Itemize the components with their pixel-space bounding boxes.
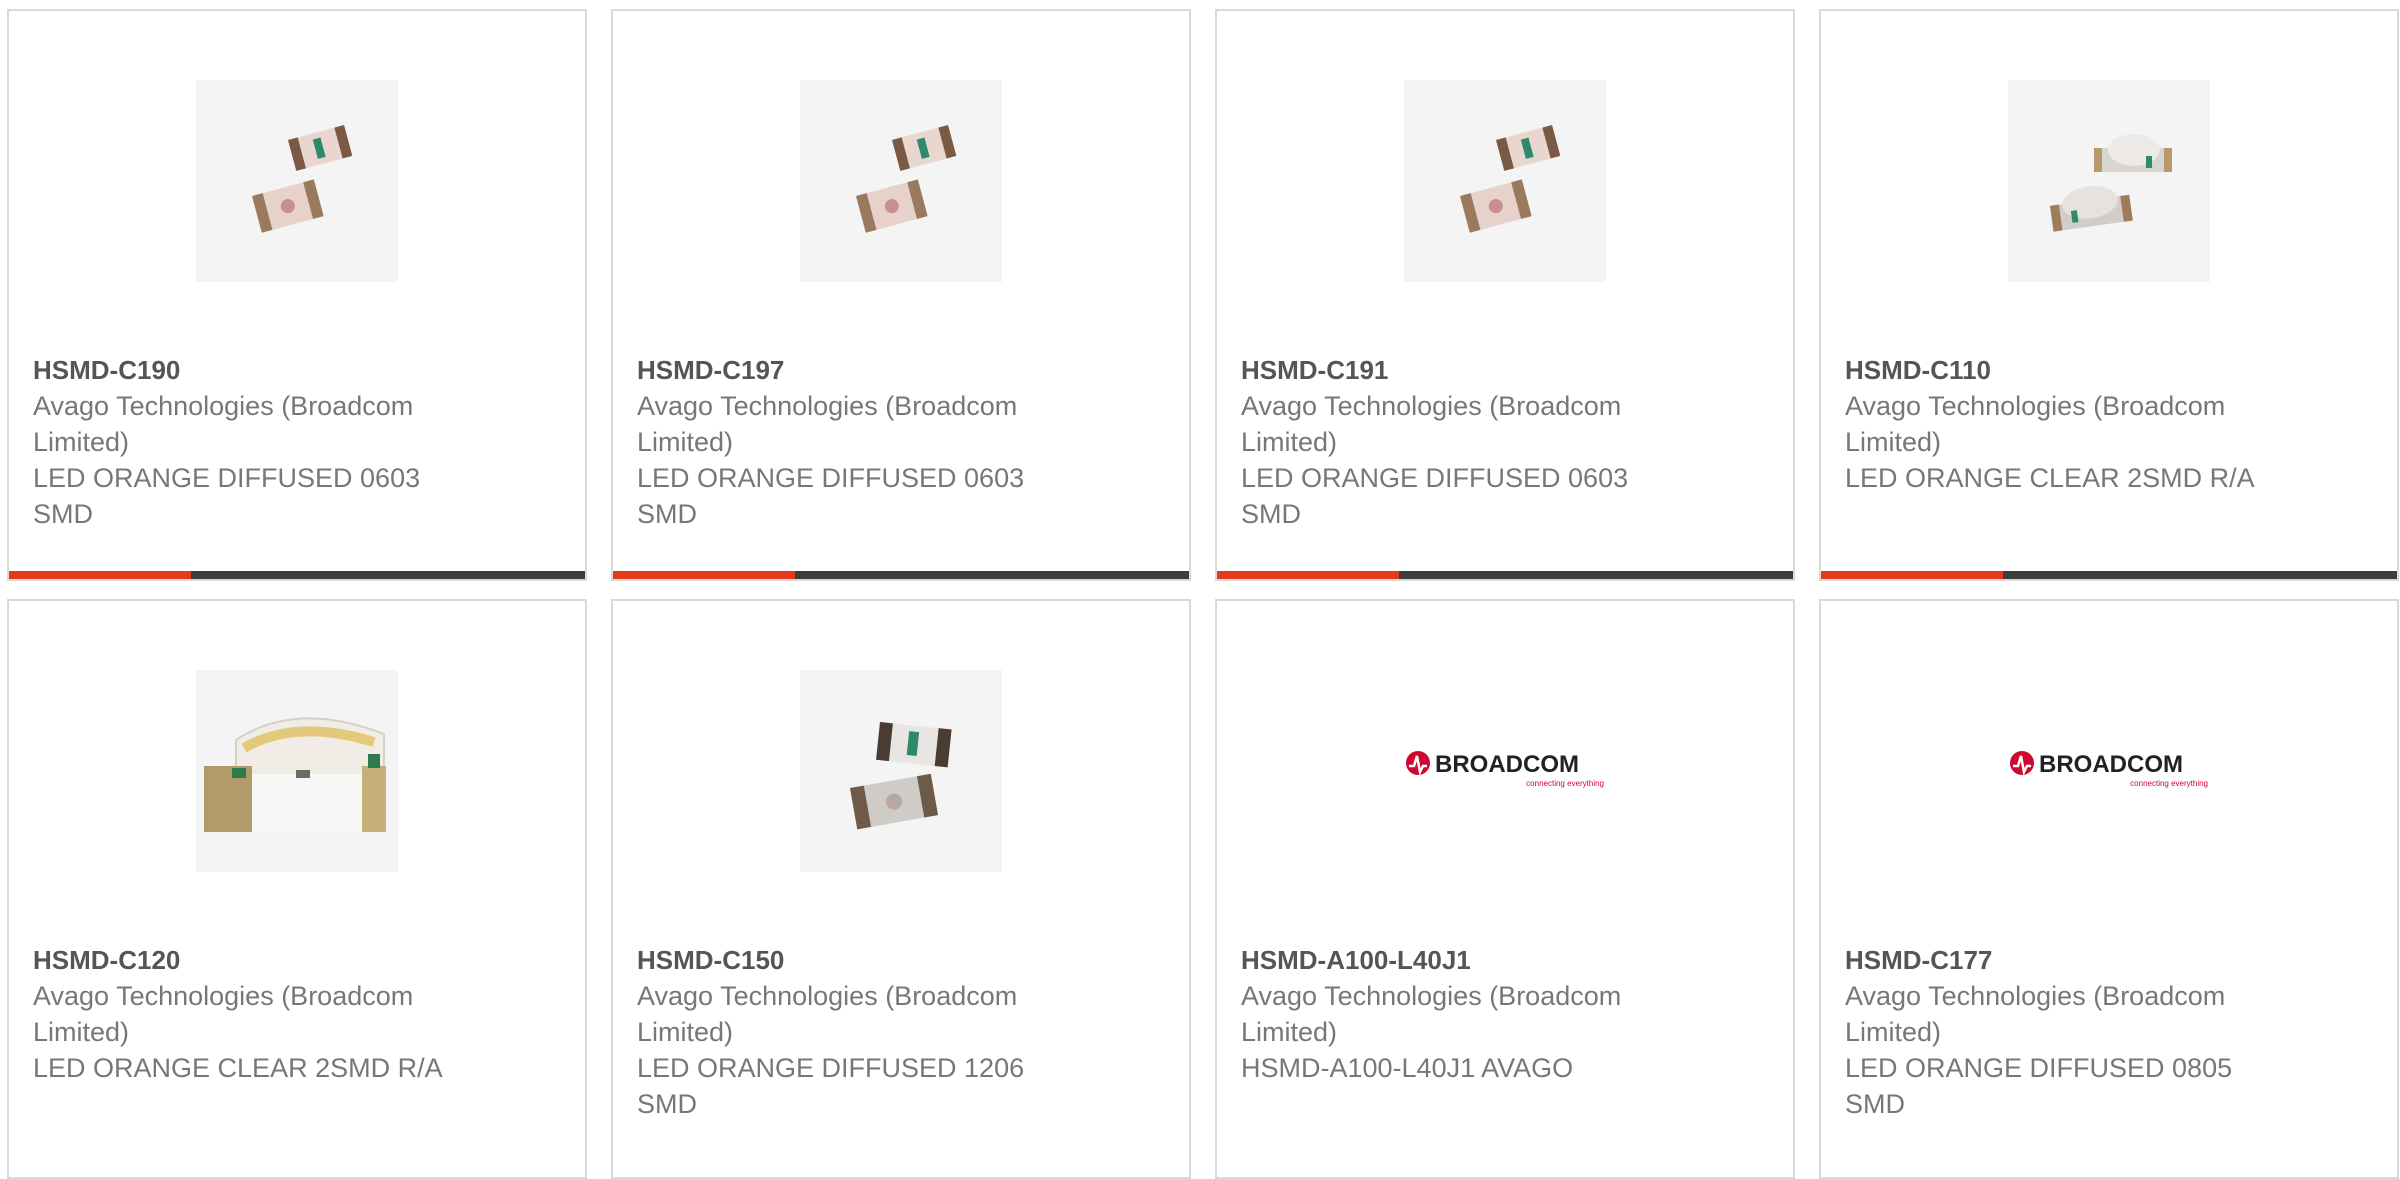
manufacturer: Avago Technologies (Broadcom Limited) (33, 981, 414, 1047)
manufacturer: Avago Technologies (Broadcom Limited) (1241, 391, 1622, 457)
product-image[interactable]: BROADCOM connecting everything (1404, 670, 1606, 872)
product-image[interactable] (196, 670, 398, 872)
card-footer-bar (1821, 571, 2397, 579)
description: LED ORANGE DIFFUSED 0603 SMD (637, 463, 1025, 529)
part-number[interactable]: HSMD-C177 (1845, 942, 2285, 978)
card-footer-bar (613, 571, 1189, 579)
broadcom-logo: BROADCOM connecting everything (2010, 751, 2208, 788)
logo-tagline: connecting everything (1526, 779, 1604, 788)
part-number[interactable]: HSMD-C190 (33, 352, 473, 388)
product-image[interactable] (1404, 80, 1606, 282)
card-footer-accent (1217, 571, 1399, 579)
description: LED ORANGE CLEAR 2SMD R/A (33, 1053, 443, 1083)
description: HSMD-A100-L40J1 AVAGO (1241, 1053, 1574, 1083)
card-footer-accent (1821, 571, 2003, 579)
part-number[interactable]: HSMD-C110 (1845, 352, 2285, 388)
led-0603-smd-photo (252, 124, 353, 233)
description: LED ORANGE CLEAR 2SMD R/A (1845, 463, 2255, 493)
part-number[interactable]: HSMD-C191 (1241, 352, 1681, 388)
led-0603-smd-photo (1460, 124, 1561, 233)
product-image[interactable]: BROADCOM connecting everything (2008, 670, 2210, 872)
description: LED ORANGE DIFFUSED 0805 SMD (1845, 1053, 2233, 1119)
manufacturer: Avago Technologies (Broadcom Limited) (1845, 391, 2226, 457)
product-info: HSMD-C120 Avago Technologies (Broadcom L… (33, 942, 473, 1086)
part-number[interactable]: HSMD-C197 (637, 352, 1077, 388)
product-info: HSMD-C190 Avago Technologies (Broadcom L… (33, 352, 473, 532)
manufacturer: Avago Technologies (Broadcom Limited) (637, 981, 1018, 1047)
card-footer-bar (9, 571, 585, 579)
card-footer-bar (1217, 571, 1793, 579)
led-1206-smd-photo (850, 722, 952, 830)
part-number[interactable]: HSMD-C150 (637, 942, 1077, 978)
logo-wordmark: BROADCOM (2039, 751, 2183, 778)
description: LED ORANGE DIFFUSED 0603 SMD (1241, 463, 1629, 529)
manufacturer: Avago Technologies (Broadcom Limited) (637, 391, 1018, 457)
product-card[interactable]: HSMD-C150 Avago Technologies (Broadcom L… (611, 599, 1191, 1179)
part-number[interactable]: HSMD-A100-L40J1 (1241, 942, 1681, 978)
led-right-angle-photo (2049, 134, 2172, 232)
product-card[interactable]: BROADCOM connecting everything HSMD-C177… (1819, 599, 2399, 1179)
product-image[interactable] (2008, 80, 2210, 282)
product-info: HSMD-C110 Avago Technologies (Broadcom L… (1845, 352, 2285, 496)
product-card[interactable]: HSMD-C191 Avago Technologies (Broadcom L… (1215, 9, 1795, 581)
description: LED ORANGE DIFFUSED 0603 SMD (33, 463, 421, 529)
manufacturer: Avago Technologies (Broadcom Limited) (33, 391, 414, 457)
manufacturer: Avago Technologies (Broadcom Limited) (1241, 981, 1622, 1047)
product-card[interactable]: HSMD-C190 Avago Technologies (Broadcom L… (7, 9, 587, 581)
product-info: HSMD-C177 Avago Technologies (Broadcom L… (1845, 942, 2285, 1122)
product-image[interactable] (196, 80, 398, 282)
logo-wordmark: BROADCOM (1435, 751, 1579, 778)
product-card[interactable]: BROADCOM connecting everything HSMD-A100… (1215, 599, 1795, 1179)
product-info: HSMD-C197 Avago Technologies (Broadcom L… (637, 352, 1077, 532)
product-info: HSMD-A100-L40J1 Avago Technologies (Broa… (1241, 942, 1681, 1086)
product-card[interactable]: HSMD-C110 Avago Technologies (Broadcom L… (1819, 9, 2399, 581)
product-info: HSMD-C150 Avago Technologies (Broadcom L… (637, 942, 1077, 1122)
card-footer-accent (9, 571, 191, 579)
led-0603-smd-photo (856, 124, 957, 233)
broadcom-logo: BROADCOM connecting everything (1406, 751, 1604, 788)
description: LED ORANGE DIFFUSED 1206 SMD (637, 1053, 1025, 1119)
logo-tagline: connecting everything (2130, 779, 2208, 788)
product-grid: HSMD-C190 Avago Technologies (Broadcom L… (0, 0, 2400, 1179)
product-image[interactable] (800, 670, 1002, 872)
product-card[interactable]: HSMD-C197 Avago Technologies (Broadcom L… (611, 9, 1191, 581)
manufacturer: Avago Technologies (Broadcom Limited) (1845, 981, 2226, 1047)
card-footer-accent (613, 571, 795, 579)
product-card[interactable]: HSMD-C120 Avago Technologies (Broadcom L… (7, 599, 587, 1179)
part-number[interactable]: HSMD-C120 (33, 942, 473, 978)
product-info: HSMD-C191 Avago Technologies (Broadcom L… (1241, 352, 1681, 532)
led-right-angle-large-photo (204, 717, 386, 832)
product-image[interactable] (800, 80, 1002, 282)
